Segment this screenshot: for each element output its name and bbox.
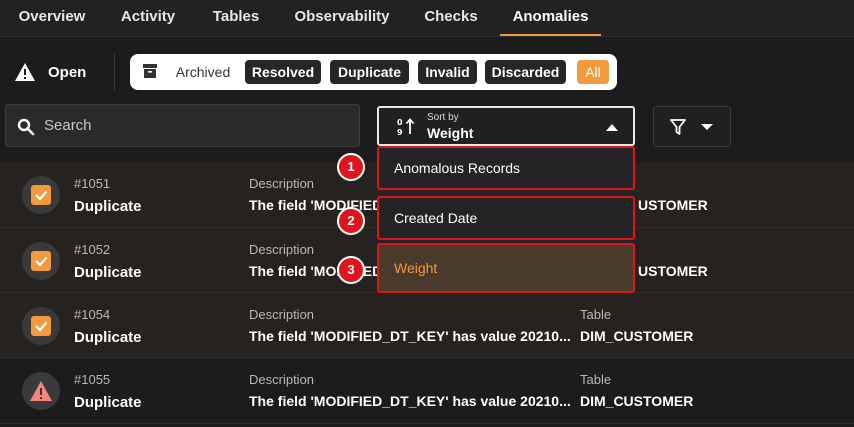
sort-option-weight[interactable]: Weight	[377, 243, 635, 293]
step-badge-2: 2	[337, 207, 365, 235]
checkbox-checked[interactable]	[31, 251, 51, 271]
table-value: USTOMER	[638, 263, 708, 279]
checkbox-checked[interactable]	[31, 185, 51, 205]
row-selector[interactable]	[22, 372, 60, 410]
check-icon	[35, 321, 48, 332]
status-discarded[interactable]: Discarded	[485, 60, 566, 84]
tab-anomalies[interactable]: Anomalies	[500, 0, 601, 36]
filter-icon	[670, 119, 686, 135]
description-label: Description	[249, 176, 315, 191]
row-divider	[0, 423, 854, 424]
description-value: The field 'MODIFIED_	[249, 197, 391, 213]
status-all[interactable]: All	[577, 60, 609, 84]
sort-option-created-date[interactable]: Created Date	[377, 196, 635, 240]
archive-icon	[143, 64, 157, 78]
status-archived[interactable]: Archived	[170, 60, 236, 84]
status-invalid[interactable]: Invalid	[418, 60, 477, 84]
search-icon	[17, 118, 35, 136]
anomaly-type: Duplicate	[74, 394, 142, 411]
tab-checks[interactable]: Checks	[412, 0, 490, 36]
warning-icon	[30, 381, 52, 401]
description-label: Description	[249, 372, 315, 387]
search-input[interactable]: Search	[44, 117, 92, 134]
anomalies-page: Overview Activity Tables Observability C…	[0, 0, 854, 427]
anomaly-id: #1055	[74, 372, 111, 387]
anomaly-type: Duplicate	[74, 329, 142, 346]
description-label: Description	[249, 307, 315, 322]
tab-activity[interactable]: Activity	[110, 0, 186, 36]
checkbox-checked[interactable]	[31, 316, 51, 336]
anomaly-id: #1054	[74, 307, 111, 322]
row-selector[interactable]	[22, 307, 60, 345]
table-value: DIM_CUSTOMER	[580, 328, 694, 344]
check-icon	[35, 256, 48, 267]
divider	[114, 54, 115, 90]
description-label: Description	[249, 242, 315, 257]
sort-label: Sort by	[427, 112, 459, 123]
chevron-down-icon	[701, 124, 713, 130]
search-field[interactable]: Search	[5, 104, 360, 147]
table-row[interactable]: #1055 Duplicate Description The field 'M…	[0, 358, 854, 423]
table-row[interactable]: #1054 Duplicate Description The field 'M…	[0, 293, 854, 358]
row-selector[interactable]	[22, 242, 60, 280]
table-value: USTOMER	[638, 197, 708, 213]
sort-option-anomalous-records[interactable]: Anomalous Records	[377, 146, 635, 190]
anomaly-id: #1052	[74, 242, 111, 257]
status-filter-group: Archived Resolved Duplicate Invalid Disc…	[130, 54, 617, 90]
description-value: The field 'MODIFIED_DT_KEY' has value 20…	[249, 393, 571, 409]
check-icon	[35, 190, 48, 201]
tab-overview[interactable]: Overview	[8, 0, 96, 36]
filter-button[interactable]	[653, 106, 731, 147]
sort-icon: 0 9	[397, 118, 415, 137]
status-resolved[interactable]: Resolved	[245, 60, 321, 84]
warning-icon	[15, 63, 35, 81]
tab-tables[interactable]: Tables	[200, 0, 272, 36]
status-open-label: Open	[48, 63, 87, 81]
chevron-up-icon	[606, 124, 618, 131]
svg-text:9: 9	[397, 128, 403, 137]
anomaly-id: #1051	[74, 176, 111, 191]
description-value: The field 'MODIFIED_	[249, 263, 391, 279]
anomaly-type: Duplicate	[74, 198, 142, 215]
table-label: Table	[580, 307, 612, 322]
table-value: DIM_CUSTOMER	[580, 393, 694, 409]
sort-select[interactable]: 0 9 Sort by Weight	[377, 106, 635, 146]
sort-value: Weight	[427, 125, 474, 141]
tab-observability[interactable]: Observability	[286, 0, 398, 36]
tab-bar: Overview Activity Tables Observability C…	[0, 0, 854, 37]
status-duplicate[interactable]: Duplicate	[330, 60, 409, 84]
anomaly-type: Duplicate	[74, 264, 142, 281]
step-badge-3: 3	[337, 256, 365, 284]
description-value: The field 'MODIFIED_DT_KEY' has value 20…	[249, 328, 571, 344]
status-open[interactable]: Open	[14, 60, 86, 84]
step-badge-1: 1	[337, 153, 365, 181]
svg-text:0: 0	[397, 118, 403, 127]
table-label: Table	[580, 372, 612, 387]
row-selector[interactable]	[22, 176, 60, 214]
